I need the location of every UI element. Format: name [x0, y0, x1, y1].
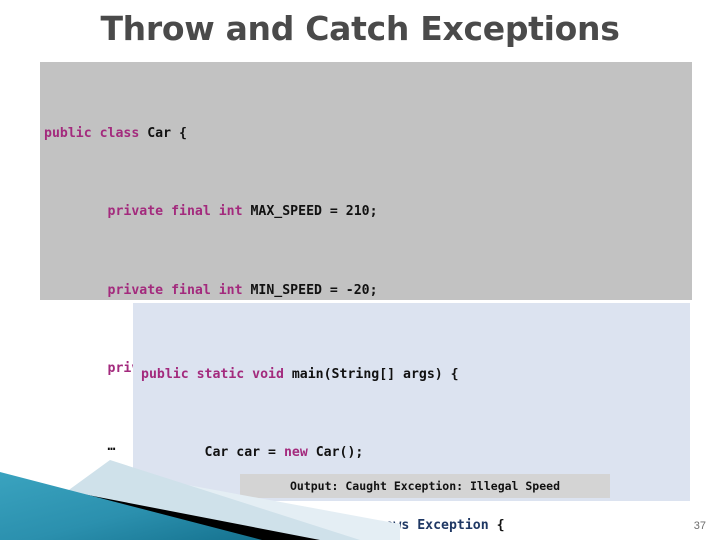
code-text: Car {: [139, 125, 187, 141]
keyword-private: private: [107, 282, 164, 298]
keyword-public-static-void: public static void: [141, 366, 284, 382]
code-text: Car();: [307, 445, 364, 461]
code-line: private final int MIN_SPEED = -20;: [44, 281, 692, 301]
keyword-public: public: [44, 125, 92, 141]
keyword-final: final: [171, 282, 211, 298]
keyword-class: class: [99, 125, 140, 141]
code-block-main-method: public static void main(String[] args) {…: [133, 303, 690, 539]
output-callout: Output: Caught Exception: Illegal Speed: [240, 474, 610, 498]
keyword-private: private: [107, 204, 164, 220]
code-block-car-class: public class Car { private final int MAX…: [40, 62, 692, 533]
slide-number: 37: [693, 520, 706, 532]
keyword-int: int: [218, 282, 243, 298]
code-line: private final int MAX_SPEED = 210;: [44, 202, 692, 222]
code-line: Car car = new Car();: [141, 443, 690, 463]
code-text: Car car =: [204, 445, 284, 461]
keyword-final: final: [171, 204, 211, 220]
slide-canvas: Throw and Catch Exceptions public class …: [0, 0, 720, 540]
code-text: MIN_SPEED = -20;: [242, 282, 378, 298]
keyword-try: try{: [204, 523, 237, 539]
page-title: Throw and Catch Exceptions: [100, 9, 620, 48]
code-line: try{: [141, 522, 690, 540]
code-line: public class Car {: [44, 124, 692, 144]
code-text: main(String[] args) {: [283, 366, 459, 382]
code-text: MAX_SPEED = 210;: [242, 204, 378, 220]
keyword-int: int: [218, 204, 243, 220]
code-line: public static void main(String[] args) {: [141, 365, 690, 385]
keyword-new: new: [283, 445, 308, 461]
